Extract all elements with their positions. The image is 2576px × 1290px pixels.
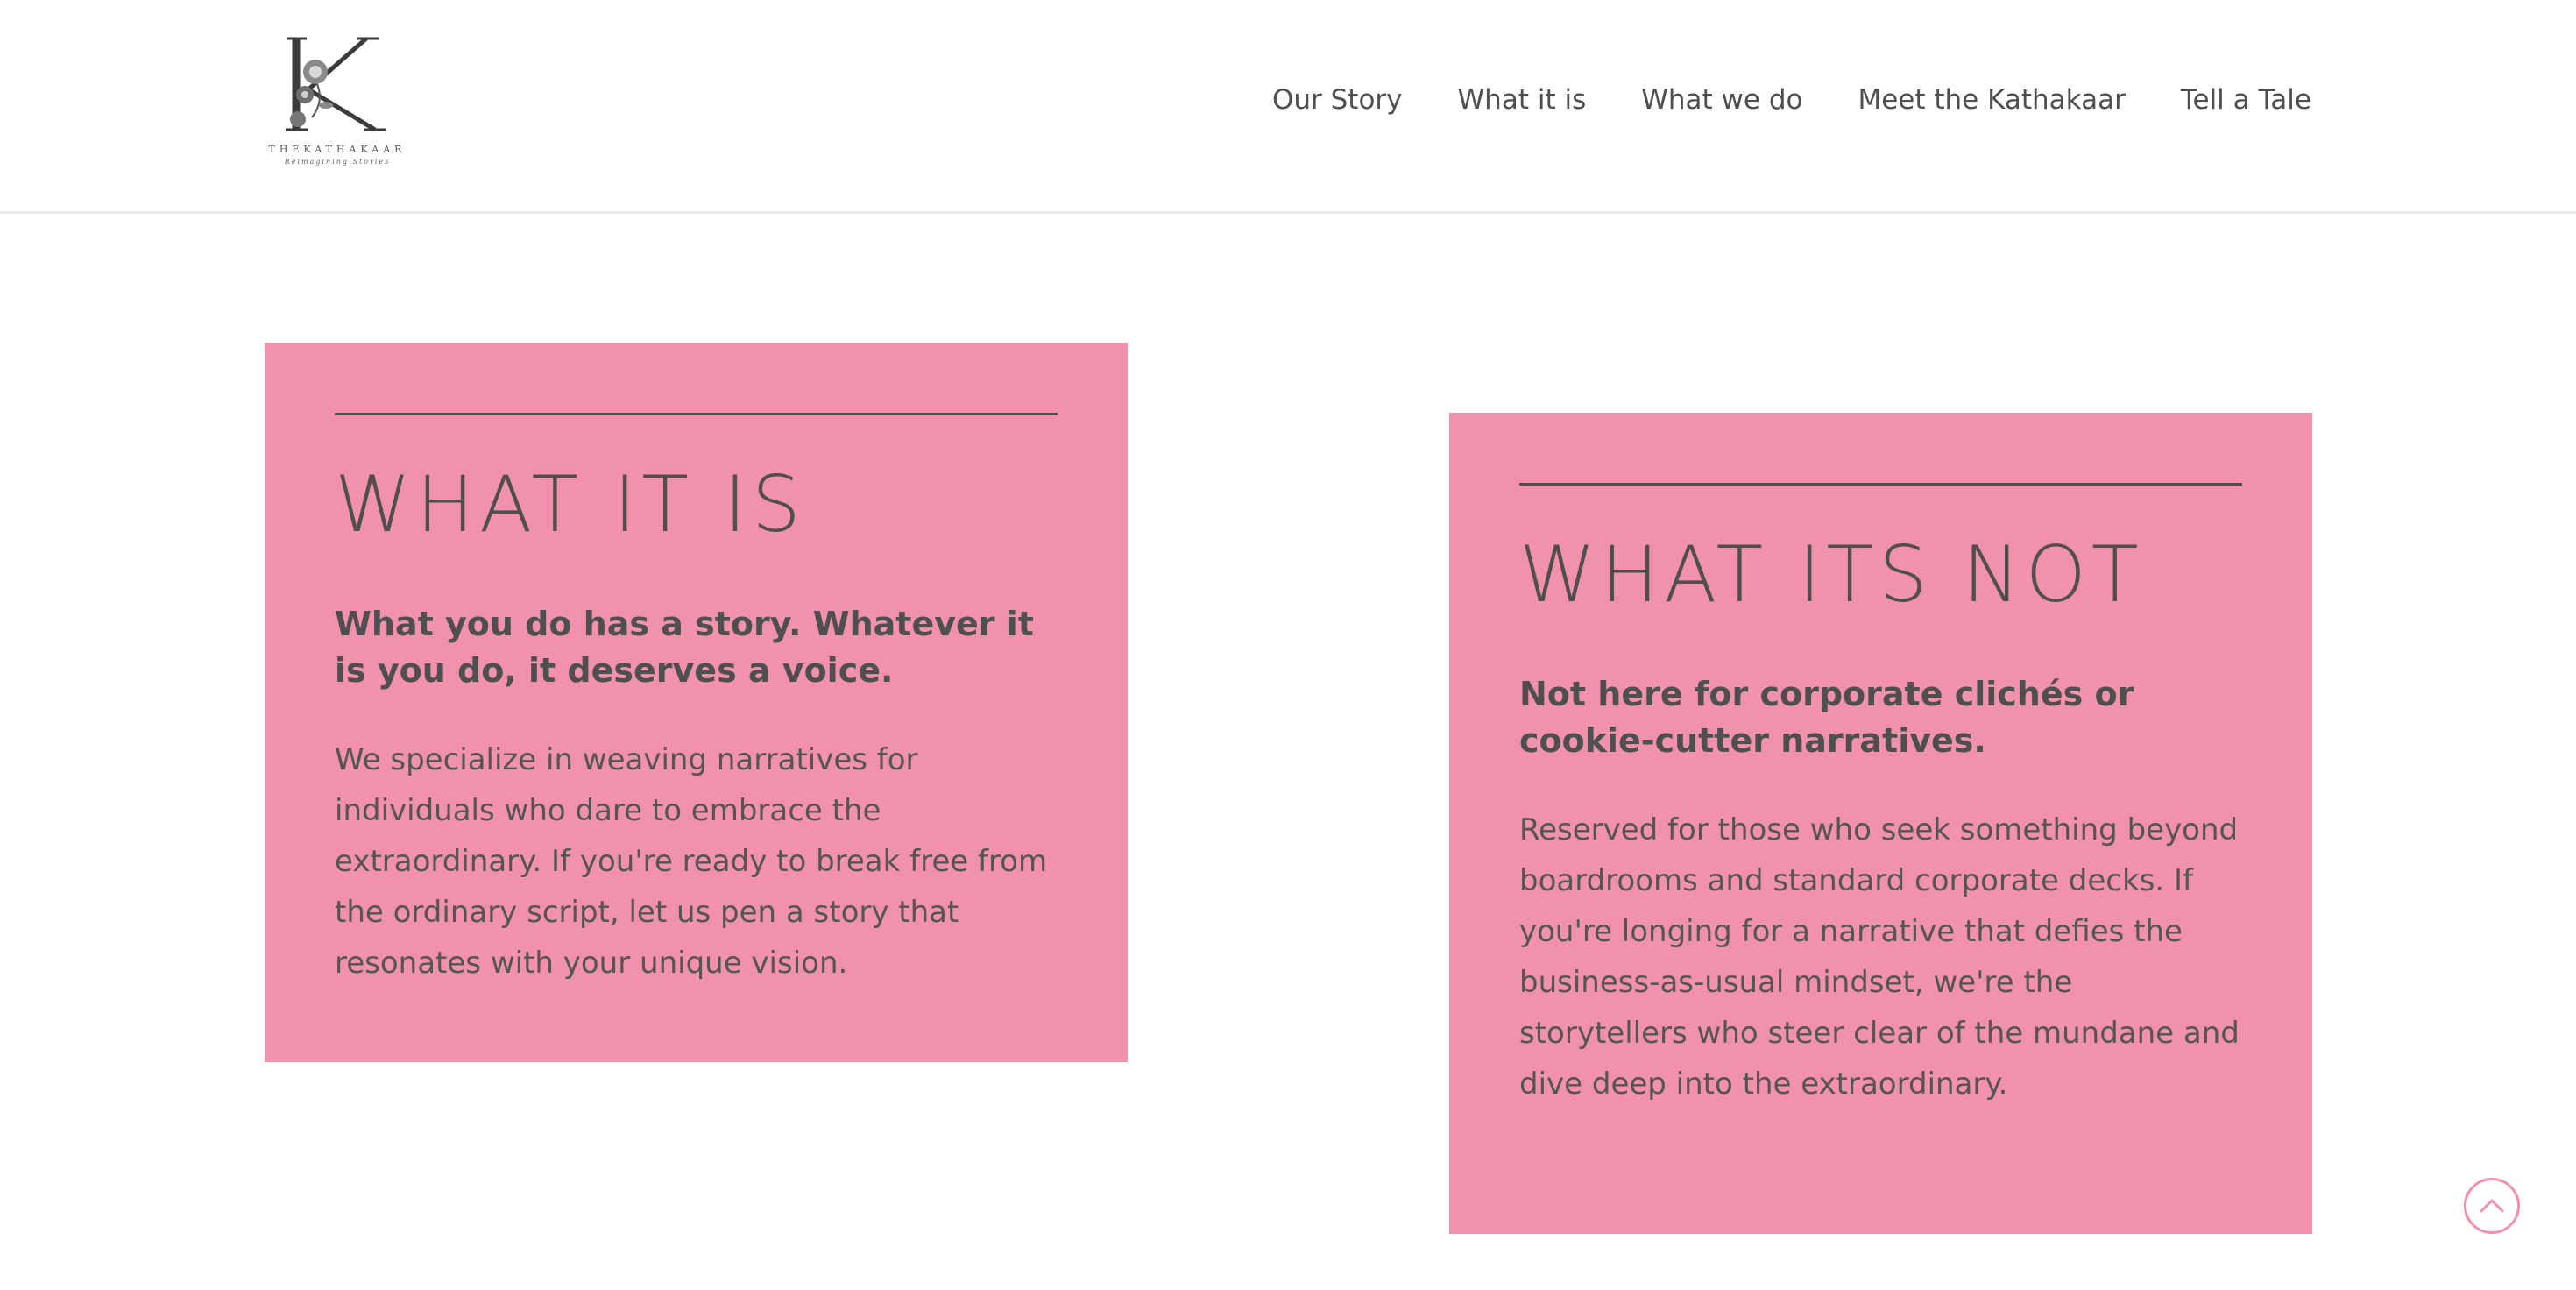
nav-meet-the-kathakaar[interactable]: Meet the Kathakaar — [1858, 84, 2125, 116]
what-it-is-card: WHAT IT IS What you do has a story. What… — [265, 343, 1128, 1062]
site-header: THEKATHAKAAR Reimagining Stories Our Sto… — [0, 0, 2576, 214]
nav-our-story[interactable]: Our Story — [1272, 84, 1403, 116]
card-body: Reserved for those who seek something be… — [1519, 812, 2240, 1102]
card-divider — [335, 413, 1058, 415]
chevron-up-icon — [2480, 1199, 2504, 1213]
nav-what-it-is[interactable]: What it is — [1458, 84, 1587, 116]
card-divider — [1519, 483, 2242, 486]
card-title: WHAT ITS NOT — [1519, 529, 2144, 620]
nav-what-we-do[interactable]: What we do — [1641, 84, 1802, 116]
scroll-to-top-button[interactable] — [2464, 1178, 2520, 1234]
brand-logo[interactable]: THEKATHAKAAR Reimagining Stories — [263, 32, 412, 181]
logo-letter-k-icon — [286, 37, 386, 132]
brand-name: THEKATHAKAAR — [268, 144, 407, 155]
card-lead: Not here for corporate clichés or cookie… — [1519, 675, 2134, 761]
what-its-not-card: WHAT ITS NOT Not here for corporate clic… — [1449, 413, 2312, 1234]
card-title: WHAT IT IS — [335, 459, 806, 549]
nav-tell-a-tale[interactable]: Tell a Tale — [2181, 84, 2311, 116]
card-lead: What you do has a story. Whatever it is … — [335, 605, 1034, 691]
main-nav: Our Story What it is What we do Meet the… — [1272, 84, 2311, 116]
card-body: We specialize in weaving narratives for … — [335, 742, 1048, 982]
brand-tagline: Reimagining Stories — [284, 158, 391, 166]
